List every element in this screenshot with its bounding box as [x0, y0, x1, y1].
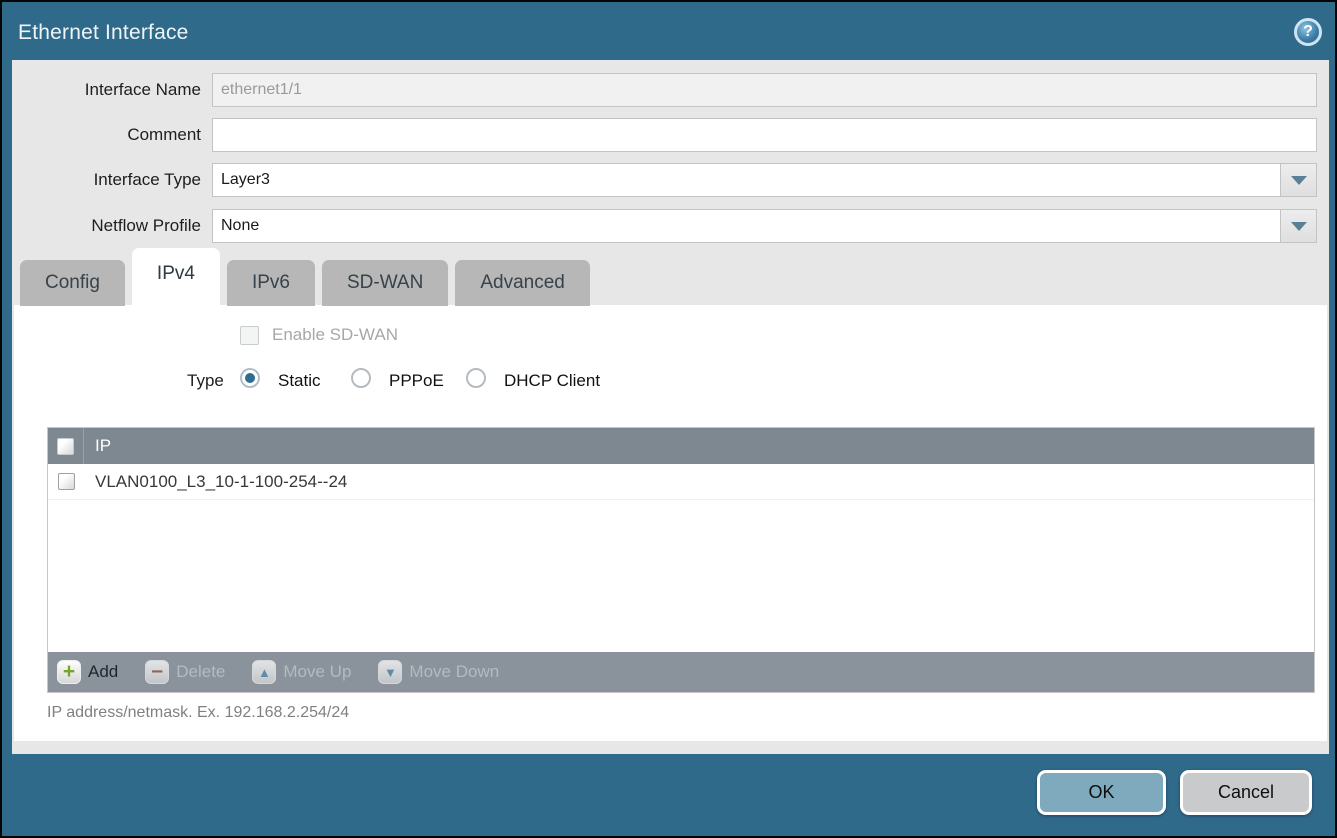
interface-type-field[interactable]	[212, 163, 1280, 197]
chevron-down-icon	[1291, 176, 1307, 185]
tab-bar: Config IPv4 IPv6 SD-WAN Advanced	[20, 254, 590, 306]
tab-ipv4-label: IPv4	[157, 263, 195, 285]
move-down-button: ▼ Move Down	[378, 660, 499, 684]
cancel-button[interactable]: Cancel	[1180, 770, 1312, 815]
type-label: Type	[187, 371, 224, 391]
interface-name-label: Interface Name	[12, 80, 212, 100]
tab-sdwan[interactable]: SD-WAN	[322, 260, 448, 306]
tab-ipv4[interactable]: IPv4	[132, 248, 220, 306]
table-toolbar: + Add – Delete ▲ Move Up ▼	[48, 652, 1314, 692]
table-row[interactable]: VLAN0100_L3_10-1-100-254--24	[48, 464, 1314, 500]
delete-button: – Delete	[145, 660, 225, 684]
plus-icon: +	[57, 660, 81, 684]
radio-dhcp-client[interactable]	[466, 368, 486, 388]
tab-ipv6-label: IPv6	[252, 272, 290, 294]
row-checkbox-cell	[48, 473, 84, 490]
ok-button[interactable]: OK	[1037, 770, 1166, 815]
select-all-checkbox[interactable]	[57, 438, 74, 455]
arrow-up-icon: ▲	[252, 660, 276, 684]
ip-cell-value: VLAN0100_L3_10-1-100-254--24	[84, 472, 347, 492]
move-up-button: ▲ Move Up	[252, 660, 351, 684]
move-down-button-label: Move Down	[409, 662, 499, 682]
tab-ipv6[interactable]: IPv6	[227, 260, 315, 306]
netflow-profile-row: Netflow Profile	[12, 209, 1317, 243]
interface-type-dropdown-button[interactable]	[1280, 163, 1317, 197]
radio-dhcp-client-label[interactable]: DHCP Client	[504, 371, 600, 391]
tab-advanced[interactable]: Advanced	[455, 260, 590, 306]
add-button-label: Add	[88, 662, 118, 682]
radio-static-label[interactable]: Static	[278, 371, 321, 391]
enable-sdwan-row: Enable SD-WAN	[240, 325, 398, 345]
minus-icon: –	[145, 660, 169, 684]
netflow-profile-label: Netflow Profile	[12, 216, 212, 236]
row-checkbox[interactable]	[58, 473, 75, 490]
comment-field[interactable]	[212, 118, 1317, 152]
delete-button-label: Delete	[176, 662, 225, 682]
netflow-profile-dropdown-button[interactable]	[1280, 209, 1317, 243]
radio-pppoe-label[interactable]: PPPoE	[389, 371, 444, 391]
chevron-down-icon	[1291, 222, 1307, 231]
dialog-body: Interface Name Comment Interface Type	[12, 60, 1329, 754]
type-radio-group: Type Static PPPoE DHCP Client	[14, 368, 1327, 394]
tab-advanced-label: Advanced	[480, 272, 565, 294]
screen: Ethernet Interface ? Interface Name Comm…	[0, 0, 1337, 838]
dialog-title: Ethernet Interface	[18, 21, 189, 45]
ipv4-tab-panel: Enable SD-WAN Type Static PPPoE DHCP Cli…	[14, 305, 1327, 741]
cancel-button-label: Cancel	[1218, 782, 1274, 803]
enable-sdwan-label: Enable SD-WAN	[272, 325, 398, 345]
tab-sdwan-label: SD-WAN	[347, 272, 423, 294]
add-button[interactable]: + Add	[57, 660, 118, 684]
radio-static[interactable]	[240, 368, 260, 388]
ip-format-hint: IP address/netmask. Ex. 192.168.2.254/24	[47, 704, 349, 722]
interface-type-row: Interface Type	[12, 163, 1317, 197]
table-empty-area	[48, 500, 1314, 652]
move-up-button-label: Move Up	[283, 662, 351, 682]
radio-pppoe[interactable]	[351, 368, 371, 388]
ip-column-header: IP	[84, 436, 111, 456]
interface-name-row: Interface Name	[12, 73, 1317, 107]
arrow-down-icon: ▼	[378, 660, 402, 684]
ok-button-label: OK	[1088, 782, 1114, 803]
tab-config-label: Config	[45, 272, 100, 294]
comment-row: Comment	[12, 118, 1317, 152]
help-icon[interactable]: ?	[1294, 18, 1322, 46]
header-checkbox-cell	[48, 428, 84, 464]
interface-type-label: Interface Type	[12, 170, 212, 190]
ip-table: IP VLAN0100_L3_10-1-100-254--24 + Add	[47, 427, 1315, 693]
ethernet-interface-dialog: Ethernet Interface ? Interface Name Comm…	[2, 2, 1335, 836]
form-area: Interface Name Comment Interface Type	[12, 73, 1317, 254]
comment-label: Comment	[12, 125, 212, 145]
help-icon-glyph: ?	[1303, 23, 1313, 41]
ip-table-header: IP	[48, 428, 1314, 464]
enable-sdwan-checkbox	[240, 326, 259, 345]
netflow-profile-field[interactable]	[212, 209, 1280, 243]
tab-config[interactable]: Config	[20, 260, 125, 306]
interface-name-field	[212, 73, 1317, 107]
